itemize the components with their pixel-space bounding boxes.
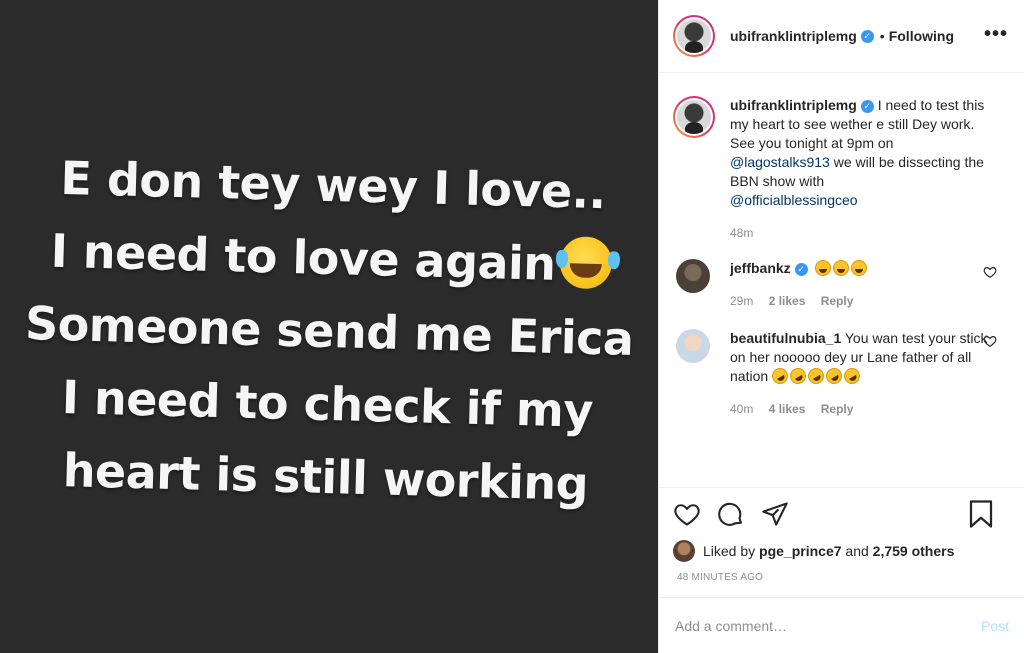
caption-avatar[interactable] [673, 96, 715, 138]
avatar-frame [675, 98, 713, 136]
liked-by-avatar[interactable] [673, 540, 695, 562]
liked-by: Liked by pge_prince7 and 2,759 others [673, 540, 1011, 562]
verified-badge-icon: ✓ [860, 100, 874, 113]
like-comment-heart-icon[interactable] [983, 265, 997, 279]
mention-link[interactable]: @lagostalks913 [730, 154, 830, 170]
caption-body: ubifranklintriplemg ✓ I need to test this… [730, 96, 998, 243]
caption: ubifranklintriplemg ✓ I need to test this… [673, 96, 1011, 243]
verified-badge-icon: ✓ [794, 263, 808, 276]
author-username[interactable]: ubifranklintriplemg [730, 28, 857, 44]
comment-input[interactable] [675, 617, 981, 634]
comment-avatar[interactable] [676, 259, 710, 293]
comments-section[interactable]: ubifranklintriplemg ✓ I need to test this… [659, 74, 1024, 486]
add-comment-bar: Post [659, 597, 1024, 653]
reply-button[interactable]: Reply [821, 402, 854, 416]
grinning-squinting-emoji-icon [815, 260, 832, 276]
comment-time[interactable]: 29m [730, 294, 753, 308]
author-avatar[interactable] [673, 15, 715, 57]
comment-likes[interactable]: 2 likes [769, 294, 806, 308]
more-options-icon[interactable]: ••• [984, 24, 1008, 44]
comment-button[interactable] [717, 500, 745, 528]
avatar-image [677, 100, 711, 134]
share-button[interactable] [761, 500, 789, 528]
caption-meta: 48m [730, 224, 998, 243]
bookmark-icon [969, 500, 993, 528]
tears-of-joy-emoji-icon [558, 236, 613, 290]
comment: jeffbankz ✓ 29m 2 likes Reply [673, 259, 1011, 311]
caption-text: See you tonight at 9pm on [730, 135, 894, 151]
image-text-line: heart is still working [61, 443, 589, 511]
liked-by-others[interactable]: 2,759 others [873, 543, 955, 559]
comment-avatar-wrap [673, 329, 715, 419]
comment-username[interactable]: beautifulnubia_1 [730, 330, 841, 346]
like-button[interactable] [673, 500, 701, 528]
rofl-emoji-icon [841, 365, 863, 387]
comment-body: jeffbankz ✓ 29m 2 likes Reply [730, 259, 998, 311]
heart-icon [674, 504, 700, 526]
comment-meta: 40m 4 likes Reply [730, 400, 998, 419]
action-icons [673, 488, 1011, 540]
reply-button[interactable]: Reply [821, 294, 854, 308]
following-button[interactable]: Following [889, 28, 954, 44]
verified-badge-icon: ✓ [860, 29, 874, 43]
post-timestamp[interactable]: 48 MINUTES AGO [677, 572, 1011, 583]
grinning-squinting-emoji-icon [833, 260, 850, 276]
mention-link[interactable]: @officialblessingceo [730, 192, 858, 208]
avatar-image [677, 19, 711, 53]
rofl-emoji-icon [823, 365, 845, 387]
caption-avatar-wrap [673, 96, 715, 243]
post-comment-button[interactable]: Post [981, 618, 1009, 634]
comment-username[interactable]: jeffbankz [730, 260, 791, 276]
post-image[interactable]: E don tey wey I love.. I need to love ag… [0, 0, 658, 653]
rofl-emoji-icon [805, 365, 827, 387]
comment-bubble-icon [718, 502, 742, 526]
comment-avatar-wrap [673, 259, 715, 311]
image-text: E don tey wey I love.. I need to love ag… [20, 141, 638, 522]
rofl-emoji-icon [787, 365, 809, 387]
liked-by-user[interactable]: pge_prince7 [759, 543, 841, 559]
comment: beautifulnubia_1 You wan test your stick… [673, 329, 1011, 419]
liked-by-prefix: Liked by [703, 543, 756, 559]
caption-username[interactable]: ubifranklintriplemg [730, 97, 857, 113]
like-comment-heart-icon[interactable] [983, 334, 997, 348]
post-side-panel: ubifranklintriplemg ✓ • Following ••• ub… [658, 0, 1024, 653]
grinning-squinting-emoji-icon [851, 260, 868, 276]
comment-body: beautifulnubia_1 You wan test your stick… [730, 329, 998, 419]
paper-plane-icon [762, 502, 788, 526]
header-separator: • [879, 28, 885, 44]
comment-time[interactable]: 40m [730, 402, 753, 416]
caption-time[interactable]: 48m [730, 226, 753, 240]
save-button[interactable] [967, 500, 995, 528]
comment-avatar[interactable] [676, 329, 710, 363]
avatar-frame [675, 17, 713, 55]
image-text-line: I need to love again [49, 223, 557, 291]
comment-meta: 29m 2 likes Reply [730, 292, 998, 311]
liked-by-and: and [845, 543, 869, 559]
rofl-emoji-icon [769, 365, 791, 387]
post-actions: Liked by pge_prince7 and 2,759 others 48… [659, 487, 1024, 597]
comment-likes[interactable]: 4 likes [769, 402, 806, 416]
post-header: ubifranklintriplemg ✓ • Following ••• [659, 0, 1024, 73]
